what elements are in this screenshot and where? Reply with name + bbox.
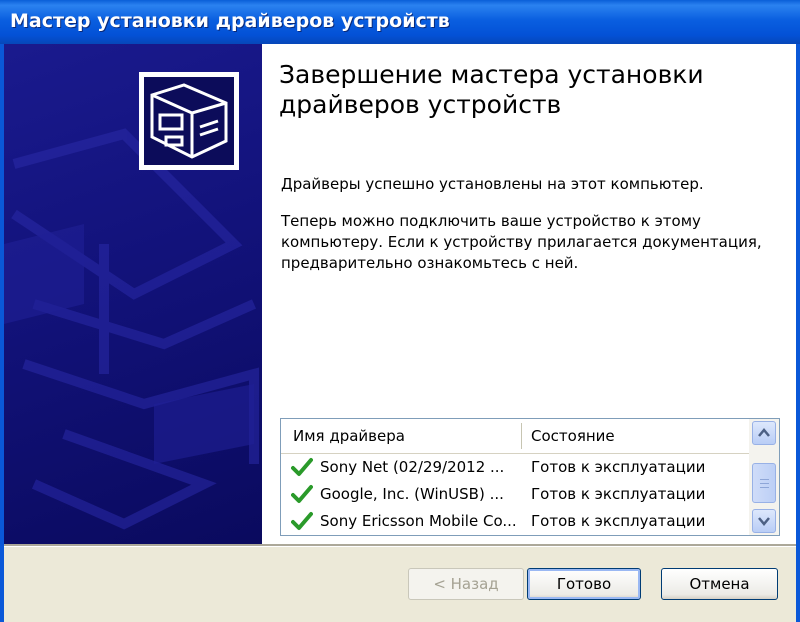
- chevron-down-icon: [758, 517, 770, 526]
- hardware-logo: [139, 72, 239, 170]
- wizard-window: Мастер установки драйверов устройств Зав…: [0, 0, 800, 622]
- column-separator[interactable]: [521, 423, 522, 449]
- cancel-button[interactable]: Отмена: [661, 568, 778, 600]
- column-header-status[interactable]: Состояние: [531, 427, 615, 445]
- scroll-thumb[interactable]: [752, 463, 776, 503]
- wizard-side-banner: [4, 44, 262, 544]
- driver-status: Готов к эксплуатации: [531, 458, 706, 476]
- list-item[interactable]: Sony Ericsson Mobile Co... Готов к экспл…: [281, 508, 751, 535]
- scroll-down-button[interactable]: [752, 509, 776, 533]
- check-icon: [291, 458, 313, 476]
- vertical-scrollbar[interactable]: [749, 419, 779, 535]
- success-message: Драйверы успешно установлены на этот ком…: [281, 175, 704, 193]
- chevron-up-icon: [758, 428, 770, 437]
- page-title: Завершение мастера установки драйверов у…: [279, 60, 704, 119]
- list-item[interactable]: Google, Inc. (WinUSB) ... Готов к эксплу…: [281, 481, 751, 508]
- scroll-up-button[interactable]: [752, 421, 776, 445]
- finish-button[interactable]: Готово: [527, 568, 641, 600]
- driver-name: Google, Inc. (WinUSB) ...: [320, 485, 504, 503]
- driver-name: Sony Net (02/29/2012 ...: [320, 458, 505, 476]
- check-icon: [291, 512, 313, 530]
- instructions-text: Теперь можно подключить ваше устройство …: [281, 212, 762, 272]
- window-title: Мастер установки драйверов устройств: [10, 10, 450, 32]
- driver-status: Готов к эксплуатации: [531, 512, 706, 530]
- hardware-icon: [150, 83, 228, 159]
- list-item[interactable]: Sony Net (02/29/2012 ... Готов к эксплуа…: [281, 454, 751, 481]
- button-area-divider: [4, 544, 796, 547]
- check-icon: [291, 485, 313, 503]
- driver-status: Готов к эксплуатации: [531, 485, 706, 503]
- driver-list[interactable]: Имя драйвера Состояние Sony Net (02/29/2…: [280, 418, 780, 536]
- title-bar[interactable]: Мастер установки драйверов устройств: [0, 0, 800, 44]
- column-header-driver-name[interactable]: Имя драйвера: [293, 427, 405, 445]
- list-header: Имя драйвера Состояние: [281, 419, 751, 454]
- driver-name: Sony Ericsson Mobile Co...: [320, 512, 517, 530]
- window-border-right: [796, 44, 800, 622]
- back-button[interactable]: < Назад: [408, 568, 524, 600]
